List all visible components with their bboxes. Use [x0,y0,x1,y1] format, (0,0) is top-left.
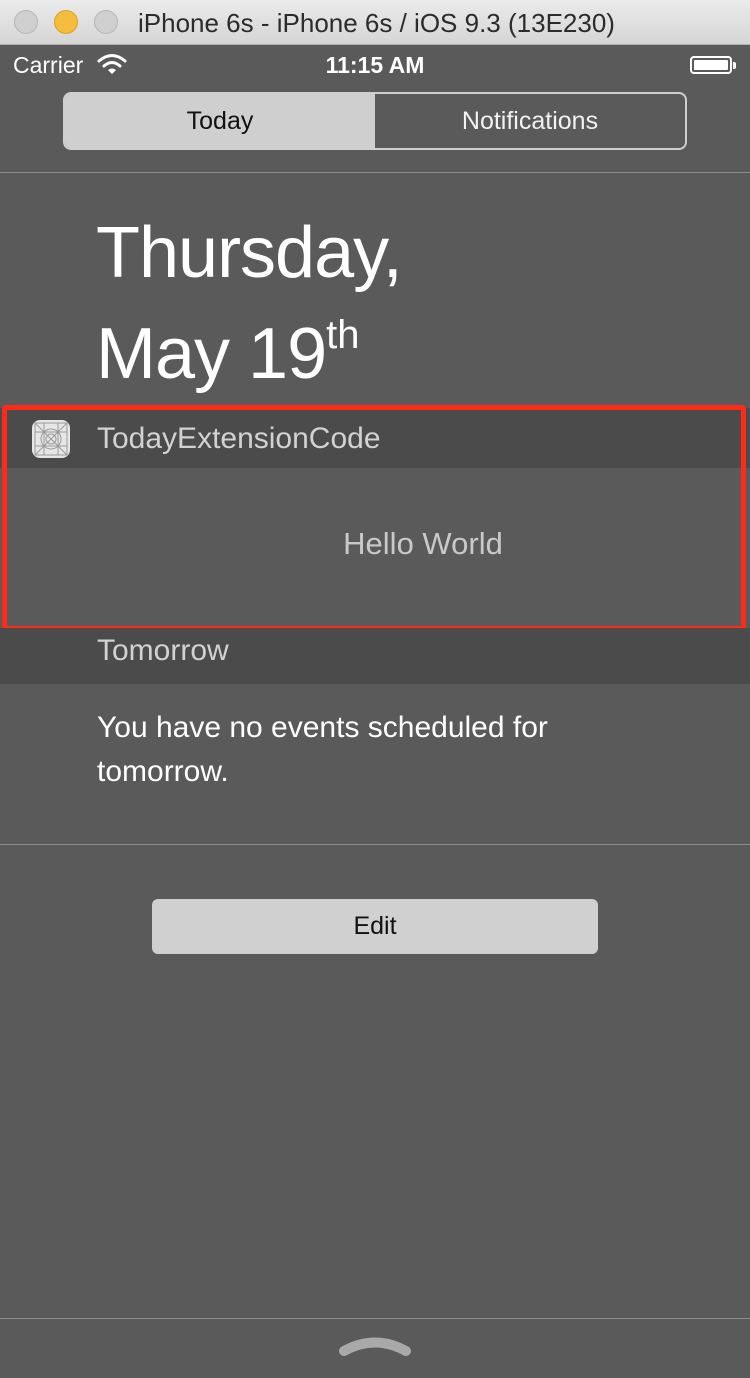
bottom-divider [0,1318,750,1319]
battery-icon [690,56,736,74]
grabber-handle-icon[interactable] [338,1336,412,1358]
tab-today[interactable]: Today [65,94,375,148]
window-title: iPhone 6s - iPhone 6s / iOS 9.3 (13E230) [138,8,615,38]
today-notifications-segmented-control: Today Notifications [63,92,687,150]
tab-notifications[interactable]: Notifications [375,94,685,148]
status-time: 11:15 AM [325,52,425,78]
widget-highlight-box [2,405,746,631]
status-bar: Carrier 11:15 AM [0,44,750,84]
header-divider [0,172,750,173]
edit-button[interactable]: Edit [152,899,598,954]
date-ordinal-suffix: th [326,313,360,357]
date-weekday: Thursday, [96,213,403,293]
window-zoom-button[interactable] [94,10,118,34]
no-events-message: You have no events scheduled for tomorro… [97,711,548,788]
window-minimize-button[interactable] [54,10,78,34]
tomorrow-divider [0,844,750,845]
battery-level-fill [694,60,728,70]
window-title-bar: iPhone 6s - iPhone 6s / iOS 9.3 (13E230) [0,0,750,45]
tomorrow-title: Tomorrow [97,634,229,667]
date-month-day: May 19 [96,314,327,394]
date-heading: Thursday, May 19th [96,212,403,395]
window-close-button[interactable] [14,10,38,34]
date-day-line: May 19th [96,294,402,395]
